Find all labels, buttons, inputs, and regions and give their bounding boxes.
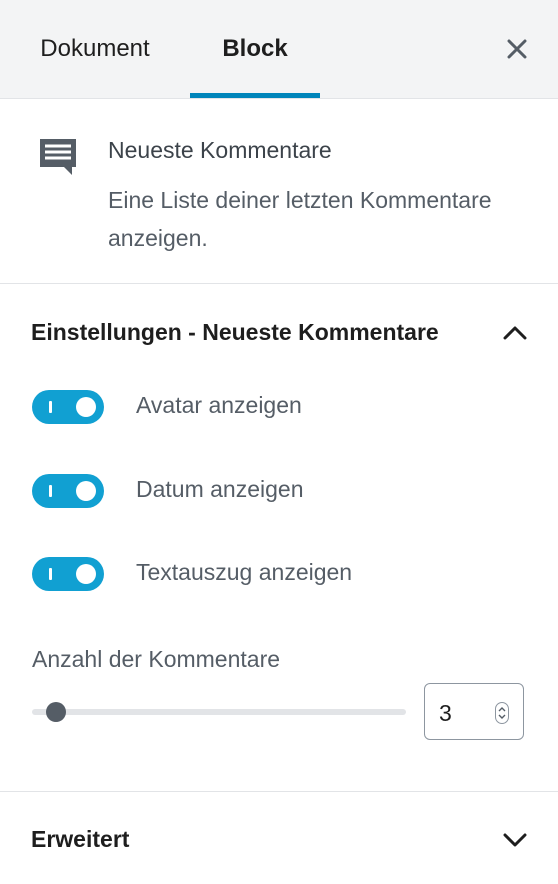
settings-panel: Einstellungen - Neueste Kommentare Avata… bbox=[0, 285, 558, 792]
date-toggle[interactable] bbox=[32, 474, 104, 508]
sidebar-tabs: Dokument Block bbox=[0, 0, 558, 99]
comment-count-label: Anzahl der Kommentare bbox=[32, 646, 281, 672]
block-card: Neueste Kommentare Eine Liste deiner let… bbox=[0, 99, 558, 284]
tab-block[interactable]: Block bbox=[190, 0, 320, 98]
block-description: Eine Liste deiner letzten Kommentare anz… bbox=[108, 187, 492, 251]
excerpt-toggle-label: Textauszug anzeigen bbox=[136, 559, 353, 585]
advanced-panel-toggle[interactable]: Erweitert bbox=[0, 792, 558, 884]
close-icon bbox=[507, 39, 527, 59]
block-title: Neueste Kommentare bbox=[108, 137, 332, 163]
comment-count-slider-track[interactable] bbox=[32, 709, 406, 715]
comment-count-slider-thumb[interactable] bbox=[46, 702, 66, 722]
spinner-arrows-icon[interactable] bbox=[495, 702, 509, 724]
advanced-panel-title: Erweitert bbox=[31, 826, 130, 852]
settings-panel-toggle[interactable]: Einstellungen - Neueste Kommentare bbox=[0, 285, 558, 381]
tab-document[interactable]: Dokument bbox=[14, 0, 176, 98]
avatar-toggle[interactable] bbox=[32, 390, 104, 424]
settings-panel-title: Einstellungen - Neueste Kommentare bbox=[31, 319, 439, 345]
toggle-row-avatar: Avatar anzeigen bbox=[32, 386, 532, 426]
chevron-up-icon bbox=[503, 326, 527, 340]
excerpt-toggle[interactable] bbox=[32, 557, 104, 591]
block-settings-sidebar: Dokument Block Neueste Kommentare Eine L… bbox=[0, 0, 558, 884]
date-toggle-label: Datum anzeigen bbox=[136, 476, 304, 502]
comments-icon bbox=[40, 139, 76, 175]
chevron-down-icon bbox=[503, 833, 527, 847]
toggle-row-date: Datum anzeigen bbox=[32, 470, 532, 510]
toggle-row-excerpt: Textauszug anzeigen bbox=[32, 553, 532, 593]
close-button[interactable] bbox=[498, 30, 536, 68]
avatar-toggle-label: Avatar anzeigen bbox=[136, 392, 302, 418]
comment-count-value: 3 bbox=[439, 700, 452, 726]
comment-count-input[interactable]: 3 bbox=[424, 683, 524, 740]
